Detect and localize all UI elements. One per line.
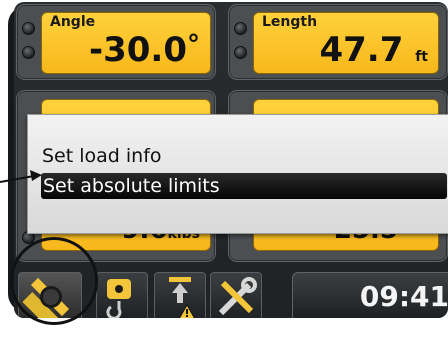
- height-warning-icon: [169, 277, 196, 318]
- hook-load-icon: [106, 279, 131, 318]
- angle-value: -30.0°: [89, 30, 200, 70]
- indicator-led-bottom: [22, 46, 35, 59]
- hook-load-button[interactable]: [96, 272, 148, 318]
- angle-value-box: Angle -30.0°: [41, 12, 211, 74]
- menu-item-set-load-info[interactable]: Set load info: [42, 143, 162, 169]
- length-value: 47.7 ft: [319, 30, 428, 70]
- length-label: Length: [262, 14, 318, 30]
- angle-label: Angle: [50, 14, 96, 30]
- length-value-box: Length 47.7 ft: [253, 12, 439, 74]
- clock-time: 09:41: [359, 280, 448, 313]
- clock-display: 09:41: [292, 272, 448, 318]
- angle-panel[interactable]: Angle -30.0°: [16, 4, 216, 80]
- indicator-led-bottom: [234, 46, 247, 59]
- tools-icon: [218, 277, 257, 316]
- callout-circle: [10, 237, 98, 325]
- menu-item-set-absolute-limits[interactable]: Set absolute limits: [41, 173, 447, 199]
- length-unit: ft: [415, 49, 428, 65]
- indicator-led-top: [234, 22, 247, 35]
- height-warning-button[interactable]: [154, 272, 206, 318]
- indicator-led-top: [22, 22, 35, 35]
- context-menu: Set load info Set absolute limits: [27, 114, 448, 234]
- length-panel[interactable]: Length 47.7 ft: [228, 4, 448, 80]
- angle-unit: °: [187, 30, 200, 60]
- tools-button[interactable]: [210, 272, 262, 318]
